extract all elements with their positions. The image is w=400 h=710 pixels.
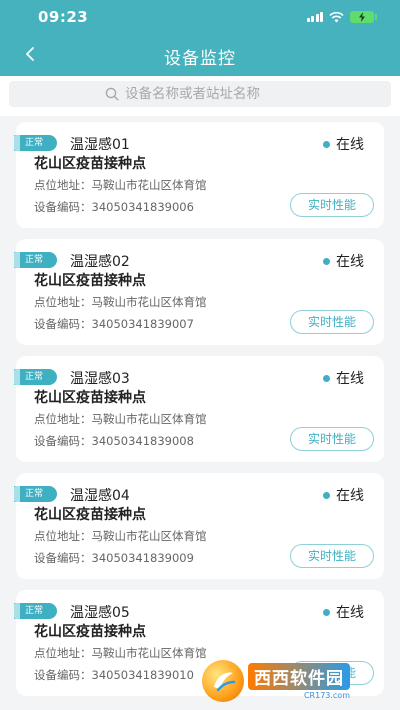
device-code: 设备编码：34050341839007 xyxy=(34,317,194,331)
watermark: 西西软件园 CR173.com xyxy=(202,658,380,704)
online-label: 在线 xyxy=(336,488,364,504)
site-name: 花山区疫苗接种点 xyxy=(34,507,146,523)
online-status: 在线 xyxy=(323,251,364,271)
page-title: 设备监控 xyxy=(164,49,236,69)
app-header: 09:23 设备监控 xyxy=(0,0,400,76)
status-badge: 正常 xyxy=(14,486,58,502)
device-name: 温湿感05 xyxy=(70,605,130,621)
status-badge: 正常 xyxy=(14,135,58,151)
search-input[interactable] xyxy=(125,86,295,102)
watermark-domain: CR173.com xyxy=(303,690,350,700)
device-name: 温湿感04 xyxy=(70,488,130,504)
device-code: 设备编码：34050341839010 xyxy=(34,668,194,682)
site-address: 点位地址：马鞍山市花山区体育馆 xyxy=(34,178,207,192)
status-badge: 正常 xyxy=(14,603,58,619)
device-name: 温湿感03 xyxy=(70,371,130,387)
site-name: 花山区疫苗接种点 xyxy=(34,390,146,406)
wifi-icon xyxy=(329,11,344,22)
device-code: 设备编码：34050341839006 xyxy=(34,200,194,214)
device-name: 温湿感01 xyxy=(70,137,130,153)
device-card[interactable]: 正常 温湿感01 在线 花山区疫苗接种点 点位地址：马鞍山市花山区体育馆 设备编… xyxy=(14,122,384,228)
status-icons xyxy=(306,11,377,23)
online-label: 在线 xyxy=(336,605,364,621)
realtime-performance-button[interactable]: 实时性能 xyxy=(290,193,374,217)
online-label: 在线 xyxy=(336,371,364,387)
battery-icon xyxy=(350,11,377,23)
search-icon xyxy=(105,87,119,101)
online-status: 在线 xyxy=(323,368,364,388)
watermark-text: 西西软件园 CR173.com xyxy=(248,662,350,700)
device-card[interactable]: 正常 温湿感03 在线 花山区疫苗接种点 点位地址：马鞍山市花山区体育馆 设备编… xyxy=(14,356,384,462)
site-address: 点位地址：马鞍山市花山区体育馆 xyxy=(34,295,207,309)
realtime-performance-button[interactable]: 实时性能 xyxy=(290,544,374,568)
status-bar: 09:23 xyxy=(0,0,400,34)
site-name: 花山区疫苗接种点 xyxy=(34,624,146,640)
status-dot-icon xyxy=(323,257,330,265)
site-address: 点位地址：马鞍山市花山区体育馆 xyxy=(34,412,207,426)
device-card[interactable]: 正常 温湿感04 在线 花山区疫苗接种点 点位地址：马鞍山市花山区体育馆 设备编… xyxy=(14,473,384,579)
search-box[interactable] xyxy=(9,81,391,107)
watermark-logo-icon xyxy=(202,660,244,702)
device-name: 温湿感02 xyxy=(70,254,130,270)
status-dot-icon xyxy=(323,608,330,616)
online-label: 在线 xyxy=(336,137,364,153)
online-status: 在线 xyxy=(323,134,364,154)
status-time: 09:23 xyxy=(38,8,89,26)
realtime-performance-button[interactable]: 实时性能 xyxy=(290,427,374,451)
realtime-performance-button[interactable]: 实时性能 xyxy=(290,310,374,334)
device-card[interactable]: 正常 温湿感02 在线 花山区疫苗接种点 点位地址：马鞍山市花山区体育馆 设备编… xyxy=(14,239,384,345)
site-name: 花山区疫苗接种点 xyxy=(34,156,146,172)
site-address: 点位地址：马鞍山市花山区体育馆 xyxy=(34,529,207,543)
status-dot-icon xyxy=(323,374,330,382)
status-dot-icon xyxy=(323,491,330,499)
watermark-brand: 西西软件园 xyxy=(248,662,350,690)
online-status: 在线 xyxy=(323,485,364,505)
site-name: 花山区疫苗接种点 xyxy=(34,273,146,289)
device-code: 设备编码：34050341839008 xyxy=(34,434,194,448)
online-status: 在线 xyxy=(323,602,364,622)
status-badge: 正常 xyxy=(14,252,58,268)
online-label: 在线 xyxy=(336,254,364,270)
signal-icon xyxy=(306,12,323,22)
status-badge: 正常 xyxy=(14,369,58,385)
status-dot-icon xyxy=(323,140,330,148)
device-code: 设备编码：34050341839009 xyxy=(34,551,194,565)
search-bar xyxy=(0,76,400,116)
site-address: 点位地址：马鞍山市花山区体育馆 xyxy=(34,646,207,660)
